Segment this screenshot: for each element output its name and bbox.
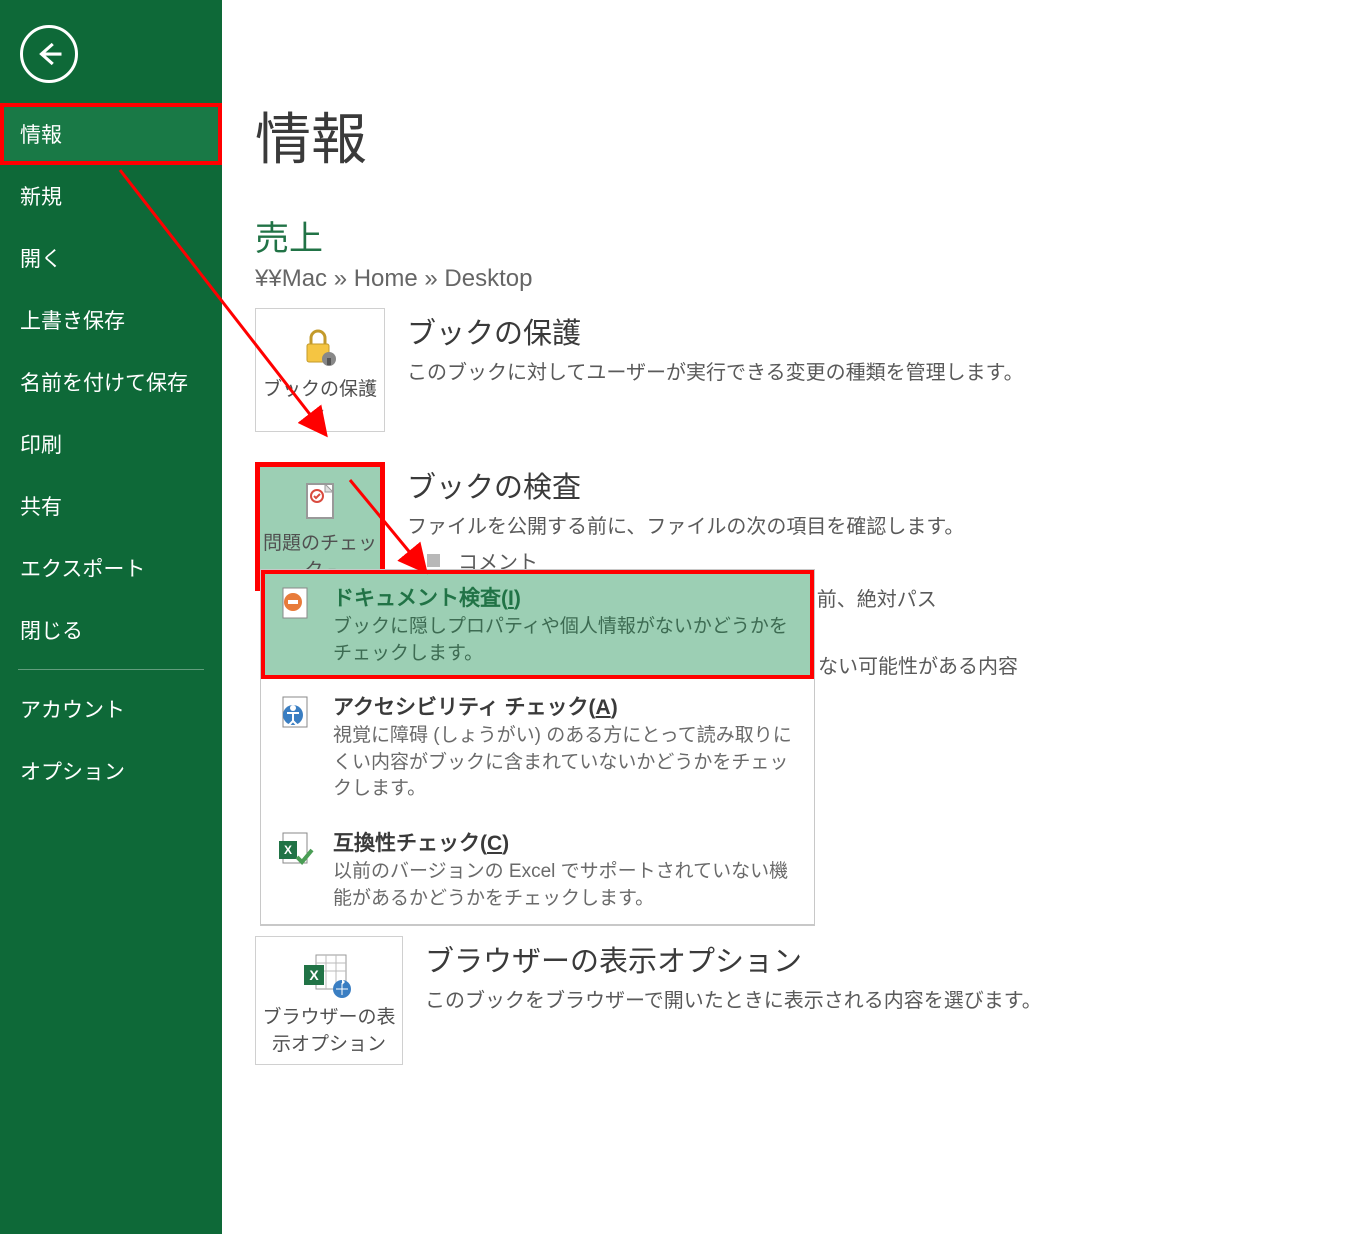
menu-compatibility-check[interactable]: X 互換性チェック(C) 以前のバージョンの Excel でサポートされていない…	[261, 815, 814, 924]
browser-title: ブラウザーの表示オプション	[425, 938, 1155, 980]
nav-export[interactable]: エクスポート	[0, 537, 222, 599]
lock-icon	[261, 319, 379, 374]
accessibility-icon	[275, 691, 317, 733]
nav-open[interactable]: 開く	[0, 227, 222, 289]
nav-share[interactable]: 共有	[0, 475, 222, 537]
nav-save[interactable]: 上書き保存	[0, 289, 222, 351]
chevron-down-icon: ▾	[316, 404, 323, 420]
nav-save-as[interactable]: 名前を付けて保存	[0, 351, 222, 413]
inspect-desc: ファイルを公開する前に、ファイルの次の項目を確認します。	[407, 512, 1155, 542]
svg-text:X: X	[309, 967, 319, 983]
browser-desc: このブックをブラウザーで開いたときに表示される内容を選びます。	[425, 986, 1155, 1016]
nav-print[interactable]: 印刷	[0, 413, 222, 475]
menu-inspect-document[interactable]: ドキュメント検査(I) ブックに隠しプロパティや個人情報がないかどうかをチェック…	[261, 570, 814, 679]
inspect-title: ブックの検査	[407, 464, 1155, 506]
web-excel-icon: X	[261, 947, 397, 1002]
browser-section: X ブラウザーの表示オプション ブラウザーの表示オプション このブックをブラウザ…	[255, 936, 1155, 1065]
nav-options[interactable]: オプション	[0, 740, 222, 802]
inspect-trailing-text: ない可能性がある内容	[818, 650, 1018, 679]
document-check-icon	[261, 473, 379, 528]
nav-info[interactable]: 情報	[0, 103, 222, 165]
svg-text:X: X	[284, 843, 292, 857]
menu-inspect-desc: ブックに隠しプロパティや個人情報がないかどうかをチェックします。	[333, 614, 800, 667]
protect-workbook-tile[interactable]: ブックの保護 ▾	[255, 308, 385, 432]
backstage-sidebar: 情報 新規 開く 上書き保存 名前を付けて保存 印刷 共有 エクスポート 閉じる…	[0, 0, 222, 1234]
nav-account[interactable]: アカウント	[0, 678, 222, 740]
menu-accessibility-title: アクセシビリティ チェック(A)	[333, 691, 800, 721]
browser-tile-label: ブラウザーの表示オプション	[261, 1002, 397, 1056]
check-issues-dropdown: ドキュメント検査(I) ブックに隠しプロパティや個人情報がないかどうかをチェック…	[260, 569, 815, 926]
inspect-document-icon	[275, 582, 317, 624]
protect-tile-label: ブックの保護	[263, 379, 377, 400]
protect-section: ブックの保護 ▾ ブックの保護 このブックに対してユーザーが実行できる変更の種類…	[255, 308, 1155, 432]
menu-compat-title: 互換性チェック(C)	[333, 827, 800, 857]
protect-desc: このブックに対してユーザーが実行できる変更の種類を管理します。	[407, 358, 1155, 388]
compatibility-icon: X	[275, 827, 317, 869]
arrow-left-icon	[34, 39, 64, 69]
nav-divider	[18, 669, 204, 670]
menu-accessibility-check[interactable]: アクセシビリティ チェック(A) 視覚に障碍 (しょうがい) のある方にとって読…	[261, 679, 814, 815]
menu-accessibility-desc: 視覚に障碍 (しょうがい) のある方にとって読み取りにくい内容がブックに含まれて…	[333, 723, 800, 803]
breadcrumb: ¥¥Mac » Home » Desktop	[255, 265, 1155, 293]
browser-view-tile[interactable]: X ブラウザーの表示オプション	[255, 936, 403, 1065]
nav-new[interactable]: 新規	[0, 165, 222, 227]
menu-compat-desc: 以前のバージョンの Excel でサポートされていない機能があるかどうかをチェッ…	[333, 859, 800, 912]
back-button[interactable]	[20, 25, 78, 83]
page-title: 情報	[255, 95, 1155, 176]
menu-inspect-title: ドキュメント検査(I)	[333, 582, 800, 612]
file-name: 売上	[255, 211, 1155, 260]
protect-title: ブックの保護	[407, 310, 1155, 352]
nav-close[interactable]: 閉じる	[0, 599, 222, 661]
